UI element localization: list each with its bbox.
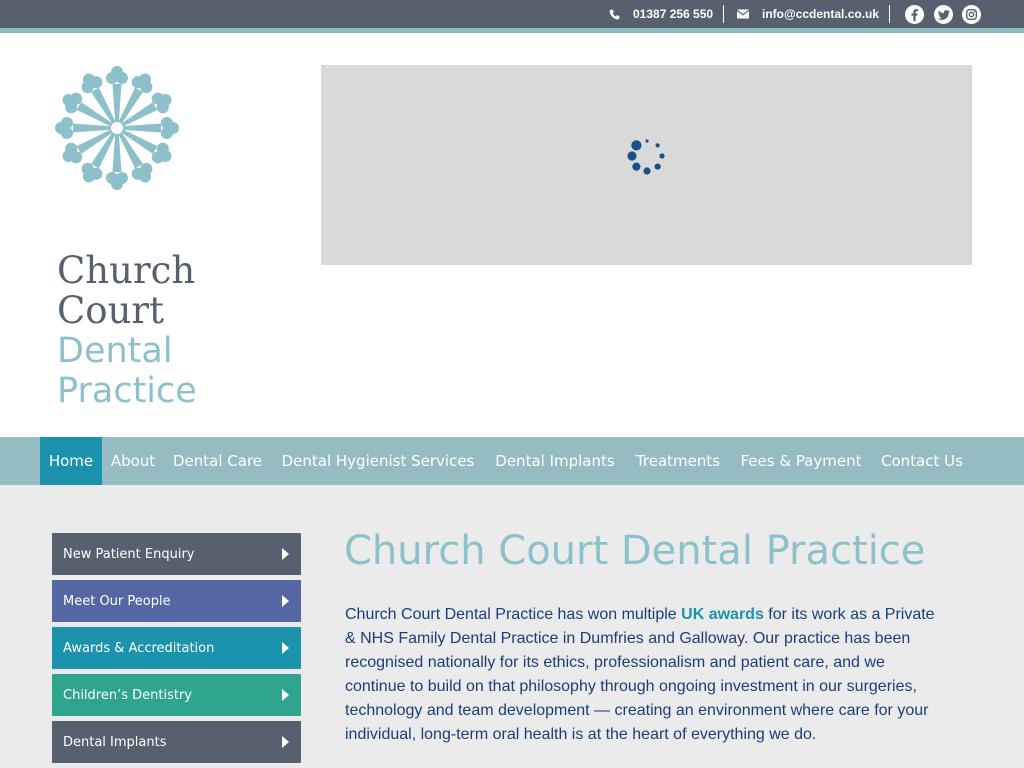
twitter-icon[interactable] [934,5,953,24]
main-nav: Home About Dental Care Dental Hygienist … [0,437,1024,485]
site-header: Church Court Dental Practice [0,33,1024,437]
sidebar-item-label: Meet Our People [63,593,171,609]
email-address: info@ccdental.co.uk [762,7,880,21]
nav-item-about[interactable]: About [102,437,164,485]
arrow-right-icon [282,548,289,560]
brand-line-church: Church [57,249,196,292]
sidebar-dental-implants[interactable]: Dental Implants [52,721,301,763]
nav-item-label: Dental Hygienist Services [281,452,475,470]
nav-item-treatments[interactable]: Treatments [625,437,731,485]
brand-line-dental: Dental [57,331,173,371]
nav-item-dental-care[interactable]: Dental Care [164,437,271,485]
nav-item-implants[interactable]: Dental Implants [485,437,625,485]
sidebar-awards-accreditation[interactable]: Awards & Accreditation [52,627,301,669]
topbar-divider [889,5,890,23]
nav-item-home[interactable]: Home [40,437,102,485]
nav-item-label: Contact Us [881,452,963,470]
nav-item-label: Treatments [635,452,721,470]
nav-item-label: About [110,452,156,470]
nav-item-label: Fees & Payment [740,452,862,470]
nav-item-hygienist[interactable]: Dental Hygienist Services [271,437,485,485]
instagram-icon[interactable] [962,5,981,24]
nav-item-contact[interactable]: Contact Us [871,437,973,485]
intro-text: Church Court Dental Practice has won mul… [345,606,682,623]
loading-spinner-icon [627,139,665,175]
arrow-right-icon [282,689,289,701]
hero-slider [321,65,972,265]
brand-wordmark[interactable]: Church Court Dental Practice [57,249,197,412]
sidebar-item-label: Awards & Accreditation [63,640,215,656]
nav-item-label: Dental Implants [495,452,615,470]
nav-item-label: Home [48,452,94,470]
brand-line-practice: Practice [57,371,197,411]
sidebar-childrens-dentistry[interactable]: Children’s Dentistry [52,674,301,716]
phone-link[interactable]: 01387 256 550 [609,0,713,28]
top-bar: 01387 256 550 info@ccdental.co.uk [0,0,1024,28]
logo-flower-icon[interactable] [50,65,184,191]
envelope-icon [737,9,749,19]
facebook-icon[interactable] [905,5,924,24]
brand-line-court: Court [57,289,164,332]
sidebar-meet-our-people[interactable]: Meet Our People [52,580,301,622]
page-title: Church Court Dental Practice [344,528,926,574]
arrow-right-icon [282,642,289,654]
sidebar-item-label: Dental Implants [63,734,167,750]
sidebar-item-label: New Patient Enquiry [63,546,195,562]
intro-text: for its work as a Private & NHS Family D… [345,606,935,743]
intro-paragraph: Church Court Dental Practice has won mul… [345,603,945,747]
arrow-right-icon [282,736,289,748]
topbar-divider [723,5,724,23]
email-link[interactable]: info@ccdental.co.uk [737,0,879,28]
uk-awards-link[interactable]: UK awards [681,606,764,623]
sidebar-item-label: Children’s Dentistry [63,687,192,703]
arrow-right-icon [282,595,289,607]
phone-number: 01387 256 550 [633,7,714,21]
nav-item-fees[interactable]: Fees & Payment [731,437,871,485]
sidebar-new-patient-enquiry[interactable]: New Patient Enquiry [52,533,301,575]
phone-icon [609,9,620,19]
nav-item-label: Dental Care [172,452,263,470]
